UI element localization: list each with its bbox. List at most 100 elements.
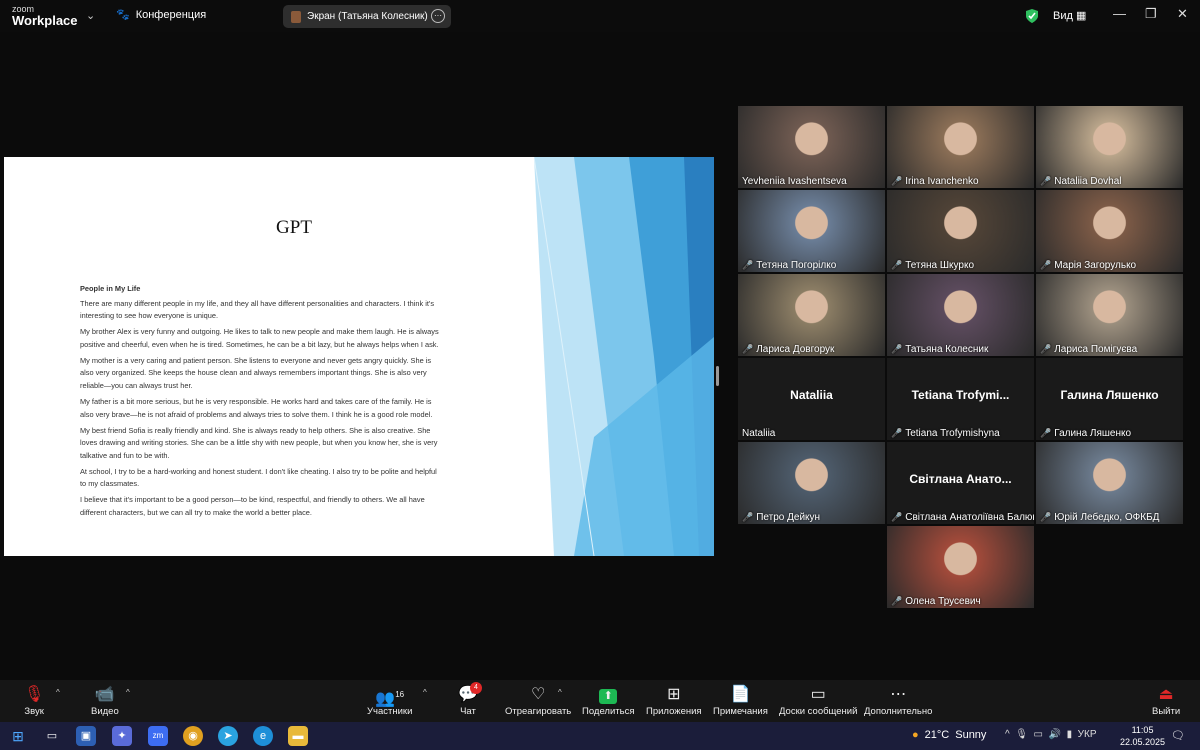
chrome-icon[interactable]: ◉ xyxy=(183,726,203,746)
zoom-taskbar-icon[interactable]: ▣ xyxy=(76,726,96,746)
audio-button[interactable]: 🎙 Звук xyxy=(24,684,44,717)
sun-icon: ● xyxy=(912,729,919,741)
microphone-muted-icon: 🎤 xyxy=(891,596,903,606)
meeting-info-button[interactable]: 🐾 Конференция xyxy=(116,8,207,22)
whiteboard-icon: ▭ xyxy=(810,686,826,703)
title-bar: zoom Workplace ⌄ 🐾 Конференция Экран (Та… xyxy=(0,0,1200,32)
participant-name: Петро Дейкун xyxy=(756,512,821,523)
notifications-icon[interactable]: 🗨 xyxy=(1168,726,1188,746)
participants-button[interactable]: 👥16 Участники xyxy=(367,684,412,717)
participant-name: Nataliia xyxy=(742,428,776,439)
participant-tile[interactable]: 🎤 Олена Трусевич xyxy=(887,526,1034,608)
participant-tile[interactable]: 🎤 Марія Загорулько xyxy=(1036,190,1183,272)
file-explorer-icon[interactable]: ▬ xyxy=(288,726,308,746)
participant-name-tag: 🎤 Nataliia Dovhal xyxy=(1040,176,1121,187)
participant-name-tag: 🎤 Юрій Лебедко, ОФКБД xyxy=(1040,512,1159,523)
microphone-icon[interactable]: 🎙 xyxy=(1015,729,1028,740)
share-button[interactable]: ⬆ Поделиться xyxy=(582,684,634,717)
participant-name: Tetiana Trofymishyna xyxy=(905,428,1000,439)
windows-start-icon[interactable]: ⊞ xyxy=(8,726,28,746)
close-icon[interactable]: ✕ xyxy=(1177,6,1188,22)
system-tray: ^ 🎙 ▭ 🔊 ▮ УКР xyxy=(1005,729,1097,740)
participant-tile[interactable]: Світлана Анато... 🎤 Світлана Анатоліївна Б… xyxy=(887,442,1034,524)
volume-icon[interactable]: 🔊 xyxy=(1049,729,1061,740)
telegram-icon[interactable]: ➤ xyxy=(218,726,238,746)
microphone-muted-icon: 🎤 xyxy=(891,512,903,522)
task-view-icon[interactable]: ▭ xyxy=(42,726,62,746)
copilot-icon[interactable]: ✦ xyxy=(112,726,132,746)
chat-icon: 💬 4 xyxy=(458,682,482,706)
more-options-icon[interactable]: ··· xyxy=(431,9,445,23)
participant-display-name: Галина Ляшенко xyxy=(1060,388,1159,402)
apps-button[interactable]: ⊞ Приложения xyxy=(646,684,702,717)
participant-name-tag: 🎤 Галина Ляшенко xyxy=(1040,428,1131,439)
participant-display-name: Світлана Анато... xyxy=(909,472,1012,486)
edge-icon[interactable]: e xyxy=(253,726,273,746)
participant-name-tag: 🎤 Тетяна Шкурко xyxy=(891,260,974,271)
participant-tile[interactable]: 🎤 Лариса Помігуєва xyxy=(1036,274,1183,356)
audio-options-caret[interactable]: ^ xyxy=(56,688,60,697)
participant-tile[interactable]: Nataliia Nataliia xyxy=(738,358,885,440)
meeting-label: Конференция xyxy=(135,8,207,21)
minimize-icon[interactable]: — xyxy=(1113,6,1126,21)
participant-tile[interactable]: Галина Ляшенко 🎤 Галина Ляшенко xyxy=(1036,358,1183,440)
slide-paragraph: My brother Alex is very funny and outgoi… xyxy=(80,327,439,349)
microphone-muted-icon: 🎤 xyxy=(1040,260,1052,270)
screen-share-indicator[interactable]: Экран (Татьяна Колесник) ··· xyxy=(283,5,451,28)
slide-heading: People in My Life xyxy=(80,284,141,293)
participant-tile[interactable]: 🎤 Петро Дейкун xyxy=(738,442,885,524)
participant-name: Татьяна Колесник xyxy=(905,344,989,355)
participant-tile[interactable]: Tetiana Trofymi... 🎤 Tetiana Trofymishyna xyxy=(887,358,1034,440)
microphone-muted-icon: 🎤 xyxy=(742,260,754,270)
chat-button[interactable]: 💬 4 Чат xyxy=(458,682,482,717)
clock[interactable]: 11:05 22.05.2025 xyxy=(1120,724,1165,748)
participant-name: Лариса Довгорук xyxy=(756,344,835,355)
restore-icon[interactable]: ❐ xyxy=(1145,6,1157,22)
shield-icon[interactable] xyxy=(1025,8,1039,24)
more-button[interactable]: ⋯ Дополнительно xyxy=(864,684,932,717)
participant-tile[interactable]: Yevheniia Ivashentseva xyxy=(738,106,885,188)
participant-tile[interactable]: 🎤 Юрій Лебедко, ОФКБД xyxy=(1036,442,1183,524)
slide-paragraph: At school, I try to be a hard-working an… xyxy=(80,466,437,489)
whiteboards-button[interactable]: ▭ Доски сообщений xyxy=(779,684,857,717)
participants-count: 16 xyxy=(395,690,405,699)
leave-button[interactable]: ⏏ Выйти xyxy=(1152,684,1180,717)
participant-name-tag: Yevheniia Ivashentseva xyxy=(742,176,847,187)
weather-widget[interactable]: ● 21°C Sunny xyxy=(912,729,986,741)
network-icon[interactable]: ▭ xyxy=(1034,729,1043,740)
participant-name: Олена Трусевич xyxy=(905,596,981,607)
whiteboards-label: Доски сообщений xyxy=(779,706,858,717)
audio-label: Звук xyxy=(24,706,44,717)
video-button[interactable]: 📹 Видео xyxy=(91,684,119,717)
participant-name: Тетяна Погорілко xyxy=(756,260,837,271)
notes-icon: 📄 xyxy=(730,686,751,703)
participant-tile[interactable]: 🎤 Лариса Довгорук xyxy=(738,274,885,356)
paw-icon: 🐾 xyxy=(116,9,130,21)
participant-tile[interactable]: 🎤 Тетяна Шкурко xyxy=(887,190,1034,272)
view-button[interactable]: Вид ▦ xyxy=(1053,9,1086,22)
battery-icon[interactable]: ▮ xyxy=(1067,729,1073,740)
chevron-up-icon[interactable]: ^ xyxy=(1005,729,1010,740)
participant-tile[interactable]: 🎤 Татьяна Колесник xyxy=(887,274,1034,356)
presenter-avatar xyxy=(291,10,301,23)
apps-icon: ⊞ xyxy=(667,686,681,703)
participant-name-tag: 🎤 Петро Дейкун xyxy=(742,512,820,523)
participant-tile[interactable]: 🎤 Irina Ivanchenko xyxy=(887,106,1034,188)
chat-badge: 4 xyxy=(470,682,482,694)
participant-name-tag: 🎤 Татьяна Колесник xyxy=(891,344,988,355)
participant-tile[interactable]: 🎤 Nataliia Dovhal xyxy=(1036,106,1183,188)
slide-paragraph: My father is a bit more serious, but he … xyxy=(80,396,433,419)
video-camera-icon: 📹 xyxy=(94,686,115,703)
react-options-caret[interactable]: ^ xyxy=(558,688,562,697)
participant-name: Лариса Помігуєва xyxy=(1054,344,1138,355)
zoom-app-icon[interactable]: zm xyxy=(148,726,168,746)
participants-options-caret[interactable]: ^ xyxy=(423,688,427,697)
participant-tile[interactable]: 🎤 Тетяна Погорілко xyxy=(738,190,885,272)
video-options-caret[interactable]: ^ xyxy=(126,688,130,697)
microphone-muted-icon: 🎤 xyxy=(742,344,754,354)
splitter-handle[interactable] xyxy=(716,366,719,386)
language-indicator[interactable]: УКР xyxy=(1078,729,1097,740)
chevron-down-icon[interactable]: ⌄ xyxy=(86,9,95,22)
participant-display-name: Tetiana Trofymi... xyxy=(911,388,1010,402)
notes-button[interactable]: 📄 Примечания xyxy=(713,684,768,717)
